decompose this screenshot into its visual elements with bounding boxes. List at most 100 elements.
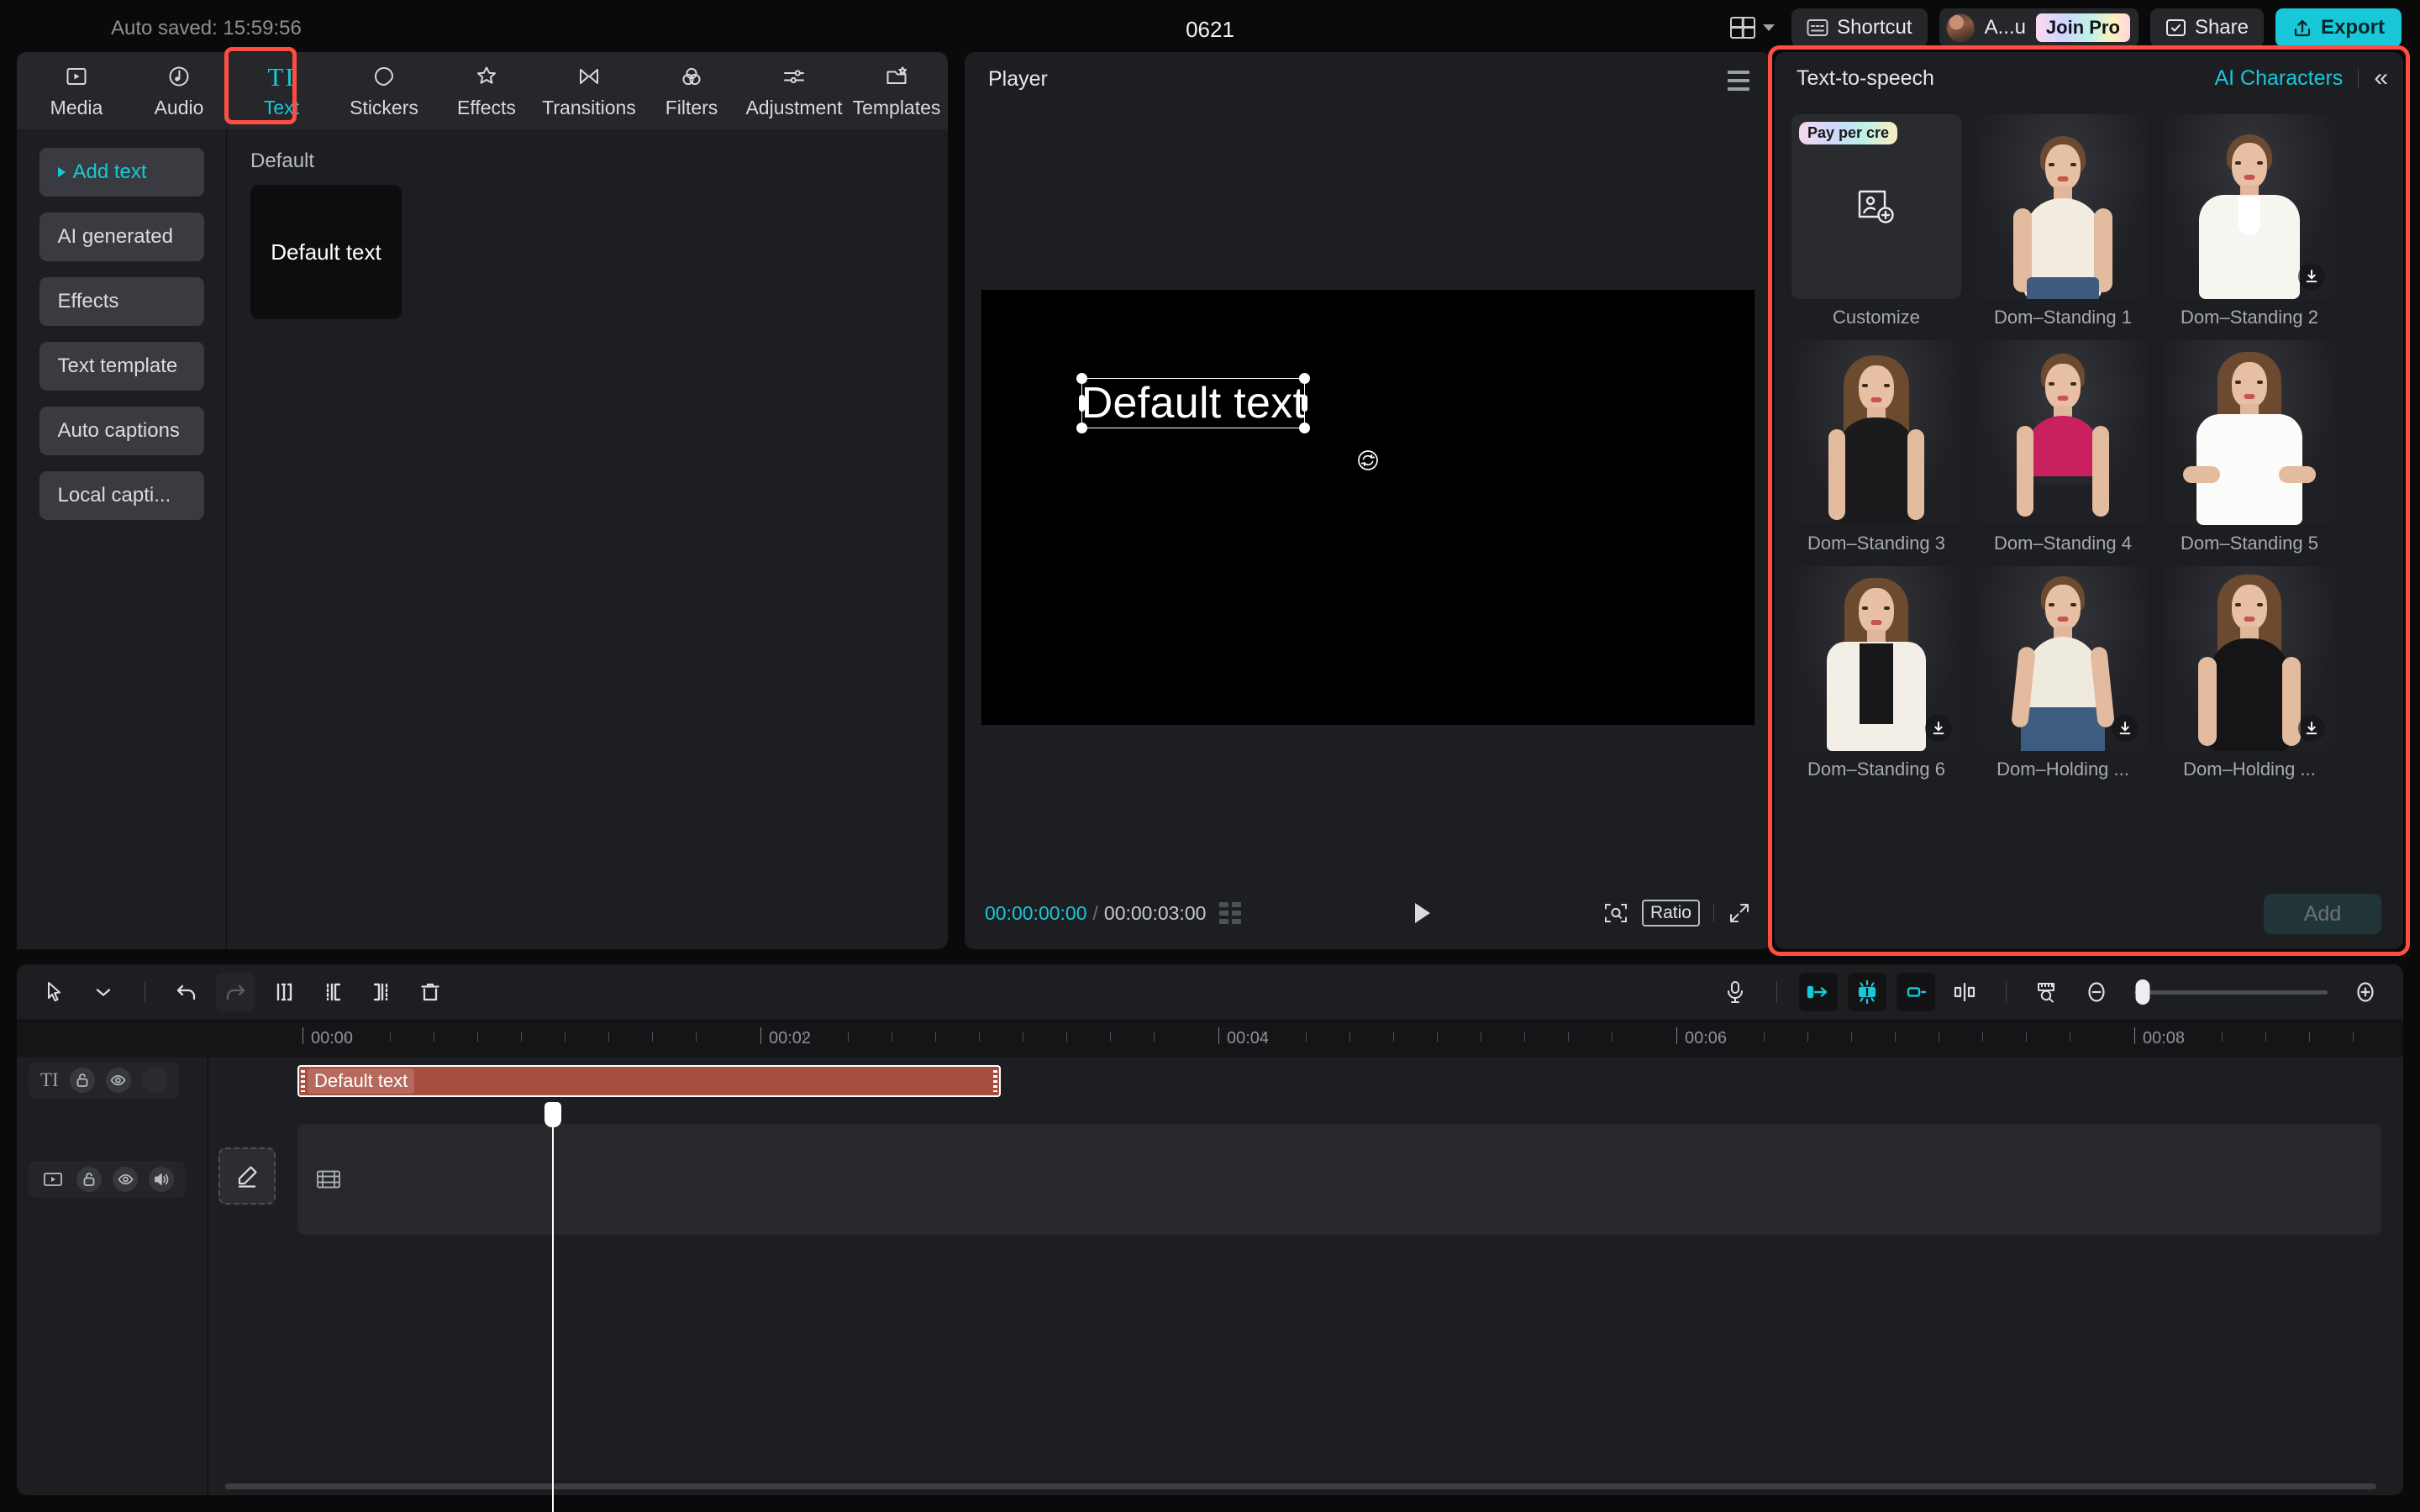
redo-button[interactable] (216, 973, 255, 1011)
resize-handle-left[interactable] (1079, 395, 1085, 412)
eye-icon[interactable] (106, 1068, 131, 1093)
character-thumbnail (1978, 114, 2148, 299)
character-card-dom-holding-1[interactable]: Dom–Holding ... (1978, 566, 2148, 780)
share-button[interactable]: Share (2150, 8, 2264, 47)
character-card-dom-standing-4[interactable]: Dom–Standing 4 (1978, 340, 2148, 554)
lock-icon[interactable] (76, 1167, 102, 1192)
character-card-dom-standing-2[interactable]: Dom–Standing 2 (2165, 114, 2334, 328)
zoom-slider[interactable] (2134, 990, 2328, 995)
mix-in-button[interactable] (1799, 973, 1838, 1011)
resize-handle-bottom-right[interactable] (1299, 423, 1310, 433)
playhead-knob[interactable] (544, 1102, 561, 1127)
character-name: Dom–Standing 6 (1791, 759, 1961, 780)
character-card-dom-standing-5[interactable]: Dom–Standing 5 (2165, 340, 2334, 554)
divider (1776, 981, 1777, 1003)
shortcut-button[interactable]: Shortcut (1791, 8, 1927, 47)
divider (1713, 904, 1714, 922)
sidebar-item-text-template[interactable]: Text template (39, 342, 204, 391)
sidebar-item-local-captions[interactable]: Local capti... (39, 471, 204, 520)
resize-handle-top-right[interactable] (1299, 373, 1310, 384)
snap-button[interactable] (1945, 973, 1984, 1011)
timeline-ruler[interactable]: 00:00 00:02 00:04 00:06 00:08 (17, 1020, 2403, 1057)
tab-adjustment[interactable]: Adjustment (743, 55, 845, 127)
add-character-icon (1857, 189, 1896, 224)
sidebar-item-ai-generated[interactable]: AI generated (39, 213, 204, 261)
character-card-dom-standing-6[interactable]: Dom–Standing 6 (1791, 566, 1961, 780)
eye-icon[interactable] (113, 1167, 138, 1192)
text-overlay-content: Default text (1081, 378, 1306, 428)
sidebar-item-auto-captions[interactable]: Auto captions (39, 407, 204, 455)
character-card-customize[interactable]: Pay per cre Customize (1791, 114, 1961, 328)
sidebar-item-add-text[interactable]: Add text (39, 148, 204, 197)
tab-effects[interactable]: Effects (435, 55, 538, 127)
tab-media[interactable]: Media (25, 55, 128, 127)
download-icon[interactable] (1925, 715, 1952, 742)
transitions-icon (576, 62, 602, 91)
avatar[interactable] (1946, 13, 1975, 42)
select-tool-dropdown[interactable] (84, 973, 123, 1011)
preset-card-default-text[interactable]: Default text (250, 185, 402, 319)
preset-category-label: Default (250, 150, 924, 173)
record-voiceover-button[interactable] (1716, 973, 1754, 1011)
zoom-in-button[interactable] (2346, 973, 2385, 1011)
pencil-icon[interactable] (218, 1147, 276, 1205)
tab-ai-characters[interactable]: AI Characters (2214, 66, 2343, 91)
zoom-out-button[interactable] (2077, 973, 2116, 1011)
fullscreen-icon[interactable] (1728, 901, 1751, 925)
tab-audio[interactable]: Audio (128, 55, 230, 127)
fit-timeline-button[interactable] (2028, 973, 2067, 1011)
character-card-dom-standing-1[interactable]: Dom–Standing 1 (1978, 114, 2148, 328)
playhead[interactable] (552, 1121, 554, 1512)
trim-left-button[interactable] (313, 973, 352, 1011)
download-icon[interactable] (2112, 715, 2139, 742)
timeline-clip-text[interactable]: Default text (297, 1065, 1001, 1097)
current-timecode[interactable]: 00:00:00:00 (985, 902, 1087, 925)
resize-handle-right[interactable] (1302, 395, 1307, 412)
collapse-icon[interactable]: « (2374, 66, 2388, 91)
export-button[interactable]: Export (2275, 8, 2402, 47)
ratio-button[interactable]: Ratio (1642, 900, 1700, 927)
player-title: Player (988, 67, 1048, 92)
blank-icon[interactable] (142, 1068, 167, 1093)
zoom-fit-icon[interactable] (1603, 901, 1628, 925)
layout-switch-button[interactable] (1725, 9, 1780, 46)
video-canvas[interactable]: Default text (981, 290, 1754, 725)
tab-transitions[interactable]: Transitions (538, 55, 640, 127)
lock-icon[interactable] (70, 1068, 95, 1093)
download-icon[interactable] (2298, 263, 2325, 290)
rotate-icon[interactable] (1357, 449, 1379, 471)
add-button[interactable]: Add (2264, 894, 2381, 934)
delete-button[interactable] (411, 973, 450, 1011)
mix-out-button[interactable] (1897, 973, 1935, 1011)
timeline-horizontal-scrollbar[interactable] (225, 1483, 2376, 1489)
undo-button[interactable] (167, 973, 206, 1011)
character-card-dom-holding-2[interactable]: Dom–Holding ... (2165, 566, 2334, 780)
select-tool[interactable] (35, 973, 74, 1011)
zoom-slider-knob[interactable] (2136, 979, 2150, 1005)
tab-stickers[interactable]: Stickers (333, 55, 435, 127)
split-button[interactable] (265, 973, 303, 1011)
resize-handle-top-left[interactable] (1076, 373, 1087, 384)
character-name: Dom–Holding ... (2165, 759, 2334, 780)
timeline-lane-video[interactable] (297, 1124, 2381, 1235)
volume-icon[interactable] (149, 1167, 174, 1192)
sidebar-item-label: Effects (58, 290, 119, 313)
tab-templates[interactable]: Templates (845, 55, 948, 127)
clip-trim-handle-left[interactable] (301, 1070, 305, 1092)
text-overlay-selection[interactable]: Default text (1081, 378, 1305, 428)
resize-handle-bottom-left[interactable] (1076, 423, 1087, 433)
hamburger-icon[interactable] (1728, 71, 1749, 96)
clip-trim-handle-right[interactable] (993, 1070, 997, 1092)
auto-beat-button[interactable] (1848, 973, 1886, 1011)
trim-right-button[interactable] (362, 973, 401, 1011)
download-icon[interactable] (2298, 715, 2325, 742)
play-icon[interactable] (1412, 900, 1434, 926)
grid-icon[interactable] (1219, 902, 1241, 924)
tab-text[interactable]: TI Text (230, 55, 333, 127)
tab-filters[interactable]: Filters (640, 55, 743, 127)
filters-icon (679, 62, 704, 91)
sidebar-item-effects[interactable]: Effects (39, 277, 204, 326)
join-pro-button[interactable]: Join Pro (2036, 13, 2130, 42)
tab-effects-label: Effects (457, 97, 516, 119)
character-card-dom-standing-3[interactable]: Dom–Standing 3 (1791, 340, 1961, 554)
